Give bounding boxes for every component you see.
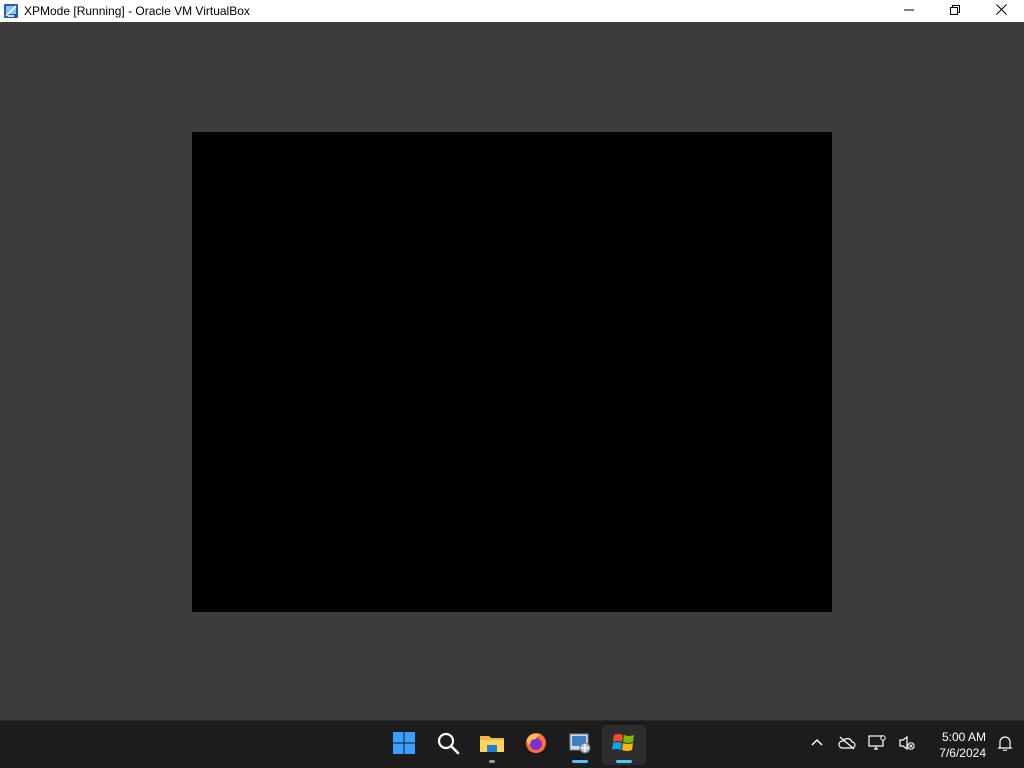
- running-indicator: [572, 760, 588, 763]
- vm-display-area[interactable]: [0, 22, 1024, 720]
- folder-icon: [479, 731, 505, 760]
- taskbar-virtualbox[interactable]: [558, 725, 602, 765]
- minimize-button[interactable]: [886, 0, 932, 22]
- close-icon: [995, 2, 1007, 20]
- show-hidden-icons-button[interactable]: [802, 725, 832, 765]
- taskbar-firefox[interactable]: [514, 725, 558, 765]
- running-indicator: [489, 760, 495, 763]
- window-titlebar[interactable]: XPMode [Running] - Oracle VM VirtualBox: [0, 0, 1024, 22]
- firefox-icon: [524, 731, 548, 760]
- chevron-up-icon: [811, 736, 823, 754]
- active-indicator: [616, 760, 632, 763]
- network-icon: [868, 734, 886, 756]
- notifications-button[interactable]: [990, 725, 1020, 765]
- windows-start-icon: [392, 731, 416, 760]
- vm-screen[interactable]: [192, 132, 832, 612]
- window-title: XPMode [Running] - Oracle VM VirtualBox: [24, 4, 250, 18]
- restore-button[interactable]: [932, 0, 978, 22]
- cloud-off-icon: [838, 736, 856, 755]
- virtualbox-icon: [3, 3, 19, 19]
- volume-muted-icon: [898, 735, 916, 756]
- close-button[interactable]: [978, 0, 1024, 22]
- window-controls: [886, 0, 1024, 22]
- network-tray-button[interactable]: [862, 725, 892, 765]
- system-tray: 5:00 AM 7/6/2024: [802, 721, 1024, 768]
- clock-time: 5:00 AM: [941, 730, 986, 744]
- bell-icon: [997, 735, 1013, 756]
- minimize-icon: [904, 2, 914, 20]
- volume-tray-button[interactable]: [892, 725, 922, 765]
- taskbar-apps: [382, 721, 646, 768]
- clock-date: 7/6/2024: [939, 746, 986, 760]
- taskbar: 5:00 AM 7/6/2024: [0, 720, 1024, 768]
- start-button[interactable]: [382, 725, 426, 765]
- taskbar-clock[interactable]: 5:00 AM 7/6/2024: [926, 729, 986, 761]
- windows-xp-icon: [612, 731, 636, 760]
- onedrive-tray-button[interactable]: [832, 725, 862, 765]
- search-icon: [436, 731, 460, 760]
- taskbar-file-explorer[interactable]: [470, 725, 514, 765]
- restore-icon: [950, 2, 960, 20]
- search-button[interactable]: [426, 725, 470, 765]
- taskbar-xpmode[interactable]: [602, 725, 646, 765]
- virtualbox-icon: [567, 730, 593, 761]
